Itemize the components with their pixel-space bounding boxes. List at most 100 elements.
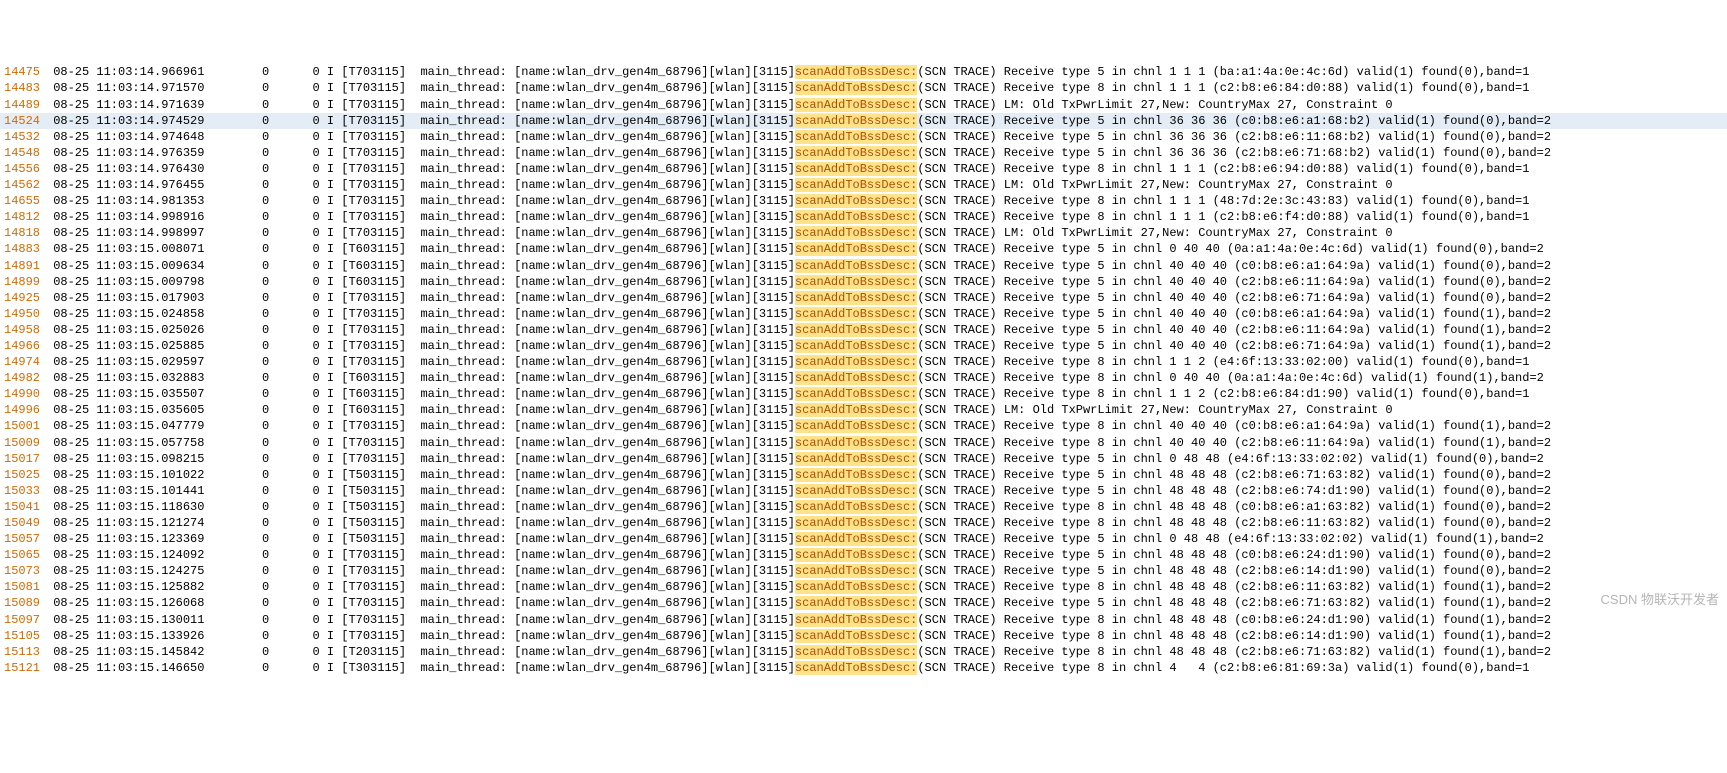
log-row[interactable]: 15113 08-25 11:03:15.145842 0 0 I [T2031…	[0, 644, 1727, 660]
line-number: 15001	[4, 418, 46, 434]
log-message: 08-25 11:03:14.981353 0 0 I [T703115] ma…	[46, 193, 1529, 209]
line-number: 15009	[4, 435, 46, 451]
search-highlight: scanAddToBssDesc:	[795, 355, 917, 369]
line-number: 14950	[4, 306, 46, 322]
line-number: 14562	[4, 177, 46, 193]
search-highlight: scanAddToBssDesc:	[795, 387, 917, 401]
search-highlight: scanAddToBssDesc:	[795, 65, 917, 79]
search-highlight: scanAddToBssDesc:	[795, 661, 917, 675]
log-row[interactable]: 15041 08-25 11:03:15.118630 0 0 I [T5031…	[0, 499, 1727, 515]
log-row[interactable]: 15073 08-25 11:03:15.124275 0 0 I [T7031…	[0, 563, 1727, 579]
search-highlight: scanAddToBssDesc:	[795, 98, 917, 112]
log-message: 08-25 11:03:15.009798 0 0 I [T603115] ma…	[46, 274, 1551, 290]
log-row[interactable]: 14950 08-25 11:03:15.024858 0 0 I [T7031…	[0, 306, 1727, 322]
log-row[interactable]: 15049 08-25 11:03:15.121274 0 0 I [T5031…	[0, 515, 1727, 531]
line-number: 15025	[4, 467, 46, 483]
search-highlight: scanAddToBssDesc:	[795, 275, 917, 289]
log-row[interactable]: 14532 08-25 11:03:14.974648 0 0 I [T7031…	[0, 129, 1727, 145]
log-message: 08-25 11:03:15.124275 0 0 I [T703115] ma…	[46, 563, 1551, 579]
log-row[interactable]: 15017 08-25 11:03:15.098215 0 0 I [T7031…	[0, 451, 1727, 467]
log-row[interactable]: 14990 08-25 11:03:15.035507 0 0 I [T6031…	[0, 386, 1727, 402]
line-number: 14899	[4, 274, 46, 290]
line-number: 14532	[4, 129, 46, 145]
line-number: 15121	[4, 660, 46, 676]
search-highlight: scanAddToBssDesc:	[795, 178, 917, 192]
log-row[interactable]: 15097 08-25 11:03:15.130011 0 0 I [T7031…	[0, 612, 1727, 628]
log-row[interactable]: 14489 08-25 11:03:14.971639 0 0 I [T7031…	[0, 97, 1727, 113]
log-message: 08-25 11:03:15.124092 0 0 I [T703115] ma…	[46, 547, 1551, 563]
log-row[interactable]: 14812 08-25 11:03:14.998916 0 0 I [T7031…	[0, 209, 1727, 225]
line-number: 14524	[4, 113, 46, 129]
search-highlight: scanAddToBssDesc:	[795, 500, 917, 514]
line-number: 15049	[4, 515, 46, 531]
search-highlight: scanAddToBssDesc:	[795, 146, 917, 160]
log-message: 08-25 11:03:15.130011 0 0 I [T703115] ma…	[46, 612, 1551, 628]
search-highlight: scanAddToBssDesc:	[795, 162, 917, 176]
log-row[interactable]: 14958 08-25 11:03:15.025026 0 0 I [T7031…	[0, 322, 1727, 338]
log-row[interactable]: 14899 08-25 11:03:15.009798 0 0 I [T6031…	[0, 274, 1727, 290]
log-row[interactable]: 14483 08-25 11:03:14.971570 0 0 I [T7031…	[0, 80, 1727, 96]
log-row[interactable]: 14475 08-25 11:03:14.966961 0 0 I [T7031…	[0, 64, 1727, 80]
log-message: 08-25 11:03:14.971639 0 0 I [T703115] ma…	[46, 97, 1393, 113]
line-number: 14958	[4, 322, 46, 338]
log-row[interactable]: 15121 08-25 11:03:15.146650 0 0 I [T3031…	[0, 660, 1727, 676]
search-highlight: scanAddToBssDesc:	[795, 419, 917, 433]
log-row[interactable]: 15081 08-25 11:03:15.125882 0 0 I [T7031…	[0, 579, 1727, 595]
line-number: 14548	[4, 145, 46, 161]
log-row[interactable]: 14556 08-25 11:03:14.976430 0 0 I [T7031…	[0, 161, 1727, 177]
line-number: 15057	[4, 531, 46, 547]
search-highlight: scanAddToBssDesc:	[795, 210, 917, 224]
line-number: 14812	[4, 209, 46, 225]
log-message: 08-25 11:03:15.123369 0 0 I [T503115] ma…	[46, 531, 1544, 547]
log-message: 08-25 11:03:14.974648 0 0 I [T703115] ma…	[46, 129, 1551, 145]
log-row[interactable]: 14891 08-25 11:03:15.009634 0 0 I [T6031…	[0, 258, 1727, 274]
search-highlight: scanAddToBssDesc:	[795, 323, 917, 337]
line-number: 14990	[4, 386, 46, 402]
log-row[interactable]: 14974 08-25 11:03:15.029597 0 0 I [T7031…	[0, 354, 1727, 370]
log-row[interactable]: 14982 08-25 11:03:15.032883 0 0 I [T6031…	[0, 370, 1727, 386]
log-row[interactable]: 15057 08-25 11:03:15.123369 0 0 I [T5031…	[0, 531, 1727, 547]
log-row[interactable]: 15025 08-25 11:03:15.101022 0 0 I [T5031…	[0, 467, 1727, 483]
log-row[interactable]: 14883 08-25 11:03:15.008071 0 0 I [T6031…	[0, 241, 1727, 257]
log-row[interactable]: 14524 08-25 11:03:14.974529 0 0 I [T7031…	[0, 113, 1727, 129]
search-highlight: scanAddToBssDesc:	[795, 629, 917, 643]
log-message: 08-25 11:03:14.998997 0 0 I [T703115] ma…	[46, 225, 1393, 241]
line-number: 14966	[4, 338, 46, 354]
search-highlight: scanAddToBssDesc:	[795, 242, 917, 256]
line-number: 15081	[4, 579, 46, 595]
log-row[interactable]: 15105 08-25 11:03:15.133926 0 0 I [T7031…	[0, 628, 1727, 644]
line-number: 15065	[4, 547, 46, 563]
log-message: 08-25 11:03:14.976430 0 0 I [T703115] ma…	[46, 161, 1529, 177]
log-row[interactable]: 14818 08-25 11:03:14.998997 0 0 I [T7031…	[0, 225, 1727, 241]
search-highlight: scanAddToBssDesc:	[795, 564, 917, 578]
log-row[interactable]: 14996 08-25 11:03:15.035605 0 0 I [T6031…	[0, 402, 1727, 418]
search-highlight: scanAddToBssDesc:	[795, 194, 917, 208]
log-row[interactable]: 14548 08-25 11:03:14.976359 0 0 I [T7031…	[0, 145, 1727, 161]
line-number: 14489	[4, 97, 46, 113]
log-row[interactable]: 14966 08-25 11:03:15.025885 0 0 I [T7031…	[0, 338, 1727, 354]
search-highlight: scanAddToBssDesc:	[795, 580, 917, 594]
log-row[interactable]: 15001 08-25 11:03:15.047779 0 0 I [T7031…	[0, 418, 1727, 434]
log-message: 08-25 11:03:15.025026 0 0 I [T703115] ma…	[46, 322, 1551, 338]
log-row[interactable]: 15033 08-25 11:03:15.101441 0 0 I [T5031…	[0, 483, 1727, 499]
line-number: 15017	[4, 451, 46, 467]
log-row[interactable]: 14655 08-25 11:03:14.981353 0 0 I [T7031…	[0, 193, 1727, 209]
search-highlight: scanAddToBssDesc:	[795, 516, 917, 530]
log-row[interactable]: 15089 08-25 11:03:15.126068 0 0 I [T7031…	[0, 595, 1727, 611]
line-number: 14996	[4, 402, 46, 418]
search-highlight: scanAddToBssDesc:	[795, 532, 917, 546]
line-number: 14982	[4, 370, 46, 386]
line-number: 14818	[4, 225, 46, 241]
log-row[interactable]: 15009 08-25 11:03:15.057758 0 0 I [T7031…	[0, 435, 1727, 451]
log-row[interactable]: 14562 08-25 11:03:14.976455 0 0 I [T7031…	[0, 177, 1727, 193]
search-highlight: scanAddToBssDesc:	[795, 484, 917, 498]
log-message: 08-25 11:03:15.125882 0 0 I [T703115] ma…	[46, 579, 1551, 595]
log-viewer[interactable]: 14475 08-25 11:03:14.966961 0 0 I [T7031…	[0, 64, 1727, 676]
log-message: 08-25 11:03:14.971570 0 0 I [T703115] ma…	[46, 80, 1529, 96]
search-highlight: scanAddToBssDesc:	[795, 114, 917, 128]
log-row[interactable]: 15065 08-25 11:03:15.124092 0 0 I [T7031…	[0, 547, 1727, 563]
log-message: 08-25 11:03:15.133926 0 0 I [T703115] ma…	[46, 628, 1551, 644]
log-row[interactable]: 14925 08-25 11:03:15.017903 0 0 I [T7031…	[0, 290, 1727, 306]
search-highlight: scanAddToBssDesc:	[795, 226, 917, 240]
line-number: 15033	[4, 483, 46, 499]
